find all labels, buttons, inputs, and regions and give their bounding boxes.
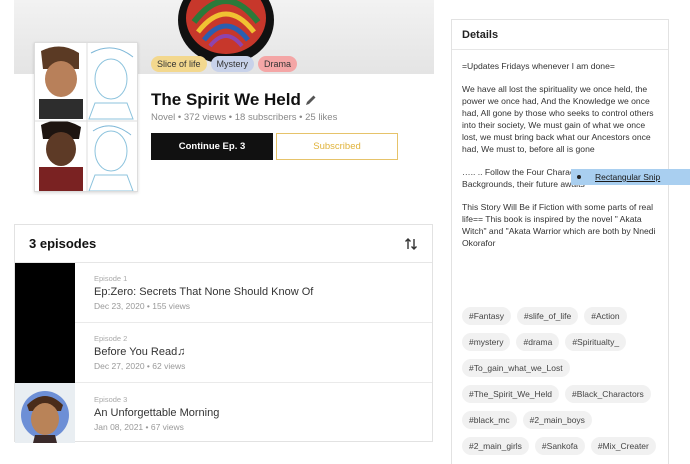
series-title: The Spirit We Held	[151, 90, 301, 109]
episode-info: Episode 1 Ep:Zero: Secrets That None Sho…	[75, 274, 313, 311]
title-row: The Spirit We Held	[151, 90, 317, 110]
episode-thumbnail	[15, 322, 75, 383]
episodes-header: 3 episodes	[15, 225, 432, 263]
tag-chip[interactable]: #drama	[516, 333, 560, 351]
series-stats: Novel • 372 views • 18 subscribers • 25 …	[151, 112, 338, 123]
tag-chip[interactable]: #2_main_boys	[522, 411, 592, 429]
episode-count: 3 episodes	[29, 236, 97, 251]
episode-title[interactable]: Ep:Zero: Secrets That None Should Know O…	[94, 286, 313, 298]
episode-number: Episode 3	[94, 394, 128, 404]
tag-chip[interactable]: #The_Spirit_We_Held	[462, 385, 559, 403]
series-cover	[34, 42, 138, 192]
episodes-panel: 3 episodes Episode 1 Ep:Zero: Secrets Th…	[14, 224, 433, 443]
episode-row[interactable]: Episode 1 Ep:Zero: Secrets That None Sho…	[15, 262, 432, 323]
episode-date-views: Dec 27, 2020 • 62 views	[94, 361, 186, 371]
sort-icon[interactable]	[404, 237, 418, 251]
tag-chip[interactable]: #Spiritualty_	[565, 333, 627, 351]
tag-chip[interactable]: #Fantasy	[462, 307, 511, 325]
genre-list: Slice of life Mystery Drama	[151, 56, 298, 72]
episode-thumbnail-art	[21, 391, 69, 443]
episode-date-views: Jan 08, 2021 • 67 views	[94, 421, 184, 432]
episode-thumbnail	[15, 262, 75, 323]
tag-chip[interactable]: #black_mc	[462, 411, 517, 429]
episode-info: Episode 3 An Unforgettable Morning Jan 0…	[75, 395, 219, 432]
episode-number: Episode 2	[94, 334, 128, 343]
genre-badge[interactable]: Slice of life	[151, 56, 207, 72]
genre-badge[interactable]: Drama	[258, 56, 298, 72]
tag-chip[interactable]: #Black_Charactors	[565, 385, 651, 403]
tag-chip[interactable]: #Sankofa	[534, 437, 585, 455]
episode-title[interactable]: Before You Read♫	[94, 346, 185, 358]
continue-episode-button[interactable]: Continue Ep. 3	[151, 133, 273, 160]
episode-row[interactable]: Episode 2 Before You Read♫ Dec 27, 2020 …	[15, 322, 432, 383]
tag-chip[interactable]: #mystery	[462, 333, 511, 351]
episode-thumbnail	[15, 383, 75, 443]
episode-date-views: Dec 23, 2020 • 155 views	[94, 301, 191, 311]
tag-chip[interactable]: #To_gain_what_we_Lost	[462, 359, 570, 377]
description-paragraph: =Updates Fridays whenever I am done=	[462, 61, 615, 71]
description-paragraph: We have all lost the spirituality we onc…	[462, 84, 654, 154]
tag-list: #Fantasy #slife_of_life #Action #mystery…	[462, 307, 662, 455]
snip-label: Rectangular Snip	[595, 172, 661, 182]
details-heading: Details	[452, 20, 668, 50]
episode-info: Episode 2 Before You Read♫ Dec 27, 2020 …	[75, 334, 185, 371]
radio-dot-icon	[577, 175, 581, 179]
tag-chip[interactable]: #Mix_Creater	[590, 437, 656, 455]
episode-row[interactable]: Episode 3 An Unforgettable Morning Jan 0…	[15, 383, 432, 443]
details-panel: Details =Updates Fridays whenever I am d…	[451, 19, 669, 464]
cover-art	[35, 43, 137, 191]
description-paragraph: This Story Will Be if Fiction with some …	[462, 202, 656, 248]
subscribe-button[interactable]: Subscribed	[276, 133, 398, 160]
tag-chip[interactable]: #Action	[584, 307, 627, 325]
edit-pencil-icon[interactable]	[305, 94, 317, 106]
episode-number: Episode 1	[94, 274, 128, 283]
details-description: =Updates Fridays whenever I am done= We …	[452, 50, 668, 270]
genre-badge[interactable]: Mystery	[210, 56, 255, 72]
tag-chip[interactable]: #2_main_girls	[462, 437, 529, 455]
tag-chip[interactable]: #slife_of_life	[516, 307, 579, 325]
episode-title[interactable]: An Unforgettable Morning	[94, 407, 219, 419]
rectangular-snip-menu-item[interactable]: Rectangular Snip	[571, 169, 690, 185]
